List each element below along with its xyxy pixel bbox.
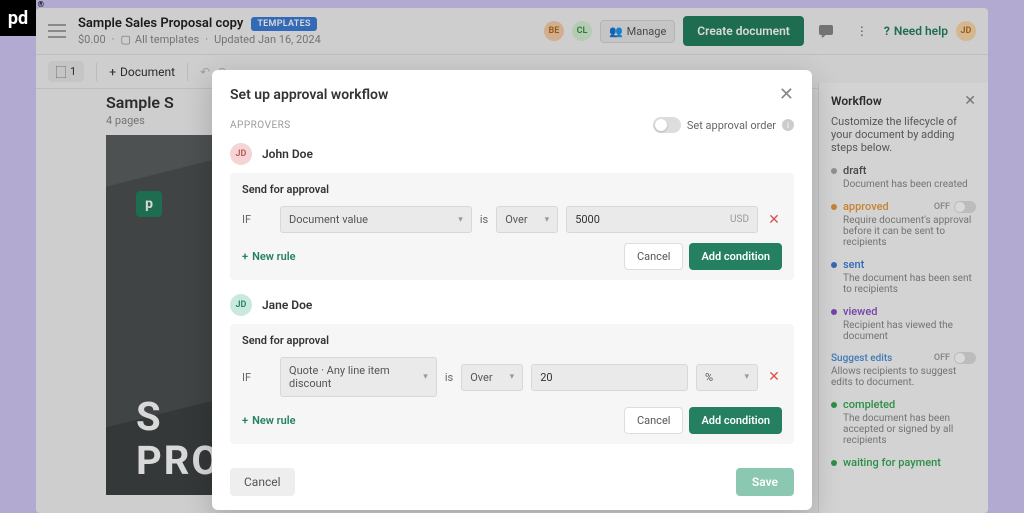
condition-title: Send for approval [242, 183, 782, 196]
comparator-select[interactable]: Over▾ [461, 364, 523, 391]
approver-avatar: JD [230, 294, 252, 316]
is-label: is [480, 213, 488, 226]
approver-name: Jane Doe [262, 298, 312, 312]
field-select[interactable]: Document value▾ [280, 206, 472, 233]
add-condition-button[interactable]: Add condition [689, 407, 782, 434]
currency-label: USD [730, 214, 749, 225]
field-select[interactable]: Quote · Any line item discount▾ [280, 357, 437, 397]
modal-title: Set up approval workflow [230, 87, 388, 103]
new-rule-button[interactable]: +New rule [242, 250, 296, 263]
if-label: IF [242, 371, 272, 384]
approver-block: JD John Doe Send for approval IF Documen… [230, 143, 794, 280]
approval-workflow-modal: Set up approval workflow ✕ APPROVERS Set… [212, 70, 812, 510]
approver-avatar: JD [230, 143, 252, 165]
condition-cancel-button[interactable]: Cancel [624, 243, 683, 270]
new-rule-button[interactable]: +New rule [242, 414, 296, 427]
condition-title: Send for approval [242, 334, 782, 347]
unit-select[interactable]: %▾ [696, 364, 758, 391]
approval-order-label: Set approval order [687, 119, 776, 132]
approver-name: John Doe [262, 147, 313, 161]
approvers-label: APPROVERS [230, 120, 291, 131]
delete-rule-icon[interactable]: ✕ [766, 369, 782, 385]
modal-save-button[interactable]: Save [736, 468, 794, 496]
plus-icon: + [242, 414, 248, 427]
value-input[interactable]: 20 [531, 364, 688, 391]
comparator-select[interactable]: Over▾ [496, 206, 558, 233]
add-condition-button[interactable]: Add condition [689, 243, 782, 270]
approver-block: JD Jane Doe Send for approval IF Quote ·… [230, 294, 794, 444]
value-input[interactable]: 5000USD [566, 206, 758, 233]
info-icon[interactable]: i [782, 119, 794, 131]
condition-cancel-button[interactable]: Cancel [624, 407, 683, 434]
delete-rule-icon[interactable]: ✕ [766, 212, 782, 228]
condition-box: Send for approval IF Quote · Any line it… [230, 324, 794, 444]
plus-icon: + [242, 250, 248, 263]
if-label: IF [242, 213, 272, 226]
approval-order-toggle[interactable] [653, 117, 681, 133]
condition-box: Send for approval IF Document value▾ is … [230, 173, 794, 280]
modal-cancel-button[interactable]: Cancel [230, 468, 295, 496]
brand-logo: pd [0, 0, 36, 36]
modal-overlay: Set up approval workflow ✕ APPROVERS Set… [0, 0, 1024, 513]
close-icon[interactable]: ✕ [779, 84, 794, 105]
is-label: is [445, 371, 453, 384]
